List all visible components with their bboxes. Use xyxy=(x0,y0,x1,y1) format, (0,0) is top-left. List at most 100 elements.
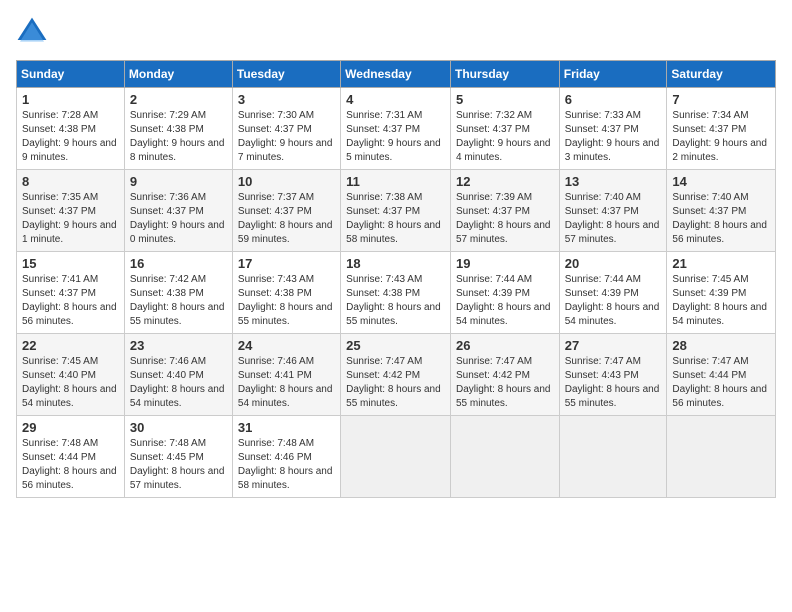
sunset-label: Sunset: 4:37 PM xyxy=(346,124,420,135)
calendar-cell: 31 Sunrise: 7:48 AM Sunset: 4:46 PM Dayl… xyxy=(232,416,340,498)
calendar-cell: 13 Sunrise: 7:40 AM Sunset: 4:37 PM Dayl… xyxy=(559,170,667,252)
sunrise-label: Sunrise: 7:47 AM xyxy=(346,356,422,367)
sunset-label: Sunset: 4:40 PM xyxy=(130,370,204,381)
daylight-label: Daylight: 8 hours and 56 minutes. xyxy=(672,384,767,409)
daylight-label: Daylight: 9 hours and 2 minutes. xyxy=(672,138,767,163)
day-number: 1 xyxy=(22,92,119,107)
day-number: 14 xyxy=(672,174,770,189)
daylight-label: Daylight: 8 hours and 55 minutes. xyxy=(456,384,551,409)
day-info: Sunrise: 7:43 AM Sunset: 4:38 PM Dayligh… xyxy=(238,273,335,329)
calendar-week-4: 22 Sunrise: 7:45 AM Sunset: 4:40 PM Dayl… xyxy=(17,334,776,416)
logo xyxy=(16,16,52,48)
day-info: Sunrise: 7:38 AM Sunset: 4:37 PM Dayligh… xyxy=(346,191,445,247)
day-info: Sunrise: 7:45 AM Sunset: 4:39 PM Dayligh… xyxy=(672,273,770,329)
day-info: Sunrise: 7:31 AM Sunset: 4:37 PM Dayligh… xyxy=(346,109,445,165)
day-info: Sunrise: 7:40 AM Sunset: 4:37 PM Dayligh… xyxy=(672,191,770,247)
day-number: 17 xyxy=(238,256,335,271)
day-info: Sunrise: 7:47 AM Sunset: 4:43 PM Dayligh… xyxy=(565,355,662,411)
day-info: Sunrise: 7:48 AM Sunset: 4:45 PM Dayligh… xyxy=(130,437,227,493)
calendar-cell: 4 Sunrise: 7:31 AM Sunset: 4:37 PM Dayli… xyxy=(341,88,451,170)
day-number: 24 xyxy=(238,338,335,353)
day-number: 9 xyxy=(130,174,227,189)
daylight-label: Daylight: 8 hours and 54 minutes. xyxy=(672,302,767,327)
day-info: Sunrise: 7:47 AM Sunset: 4:42 PM Dayligh… xyxy=(456,355,554,411)
day-info: Sunrise: 7:45 AM Sunset: 4:40 PM Dayligh… xyxy=(22,355,119,411)
day-number: 15 xyxy=(22,256,119,271)
day-number: 4 xyxy=(346,92,445,107)
calendar-body: 1 Sunrise: 7:28 AM Sunset: 4:38 PM Dayli… xyxy=(17,88,776,498)
day-number: 25 xyxy=(346,338,445,353)
sunrise-label: Sunrise: 7:38 AM xyxy=(346,192,422,203)
sunrise-label: Sunrise: 7:37 AM xyxy=(238,192,314,203)
calendar-cell: 9 Sunrise: 7:36 AM Sunset: 4:37 PM Dayli… xyxy=(124,170,232,252)
day-info: Sunrise: 7:47 AM Sunset: 4:42 PM Dayligh… xyxy=(346,355,445,411)
sunrise-label: Sunrise: 7:35 AM xyxy=(22,192,98,203)
day-info: Sunrise: 7:39 AM Sunset: 4:37 PM Dayligh… xyxy=(456,191,554,247)
sunrise-label: Sunrise: 7:29 AM xyxy=(130,110,206,121)
day-number: 13 xyxy=(565,174,662,189)
day-number: 31 xyxy=(238,420,335,435)
calendar-cell xyxy=(450,416,559,498)
sunrise-label: Sunrise: 7:28 AM xyxy=(22,110,98,121)
day-number: 29 xyxy=(22,420,119,435)
calendar-cell: 14 Sunrise: 7:40 AM Sunset: 4:37 PM Dayl… xyxy=(667,170,776,252)
daylight-label: Daylight: 8 hours and 57 minutes. xyxy=(565,220,660,245)
calendar-week-5: 29 Sunrise: 7:48 AM Sunset: 4:44 PM Dayl… xyxy=(17,416,776,498)
sunset-label: Sunset: 4:37 PM xyxy=(456,206,530,217)
daylight-label: Daylight: 8 hours and 54 minutes. xyxy=(22,384,117,409)
day-info: Sunrise: 7:43 AM Sunset: 4:38 PM Dayligh… xyxy=(346,273,445,329)
calendar-cell: 26 Sunrise: 7:47 AM Sunset: 4:42 PM Dayl… xyxy=(450,334,559,416)
calendar-table: SundayMondayTuesdayWednesdayThursdayFrid… xyxy=(16,60,776,498)
calendar-cell: 23 Sunrise: 7:46 AM Sunset: 4:40 PM Dayl… xyxy=(124,334,232,416)
sunrise-label: Sunrise: 7:45 AM xyxy=(672,274,748,285)
day-number: 12 xyxy=(456,174,554,189)
day-info: Sunrise: 7:32 AM Sunset: 4:37 PM Dayligh… xyxy=(456,109,554,165)
day-number: 27 xyxy=(565,338,662,353)
calendar-cell: 16 Sunrise: 7:42 AM Sunset: 4:38 PM Dayl… xyxy=(124,252,232,334)
daylight-label: Daylight: 8 hours and 56 minutes. xyxy=(22,466,117,491)
sunset-label: Sunset: 4:41 PM xyxy=(238,370,312,381)
calendar-week-1: 1 Sunrise: 7:28 AM Sunset: 4:38 PM Dayli… xyxy=(17,88,776,170)
day-info: Sunrise: 7:29 AM Sunset: 4:38 PM Dayligh… xyxy=(130,109,227,165)
calendar-cell: 11 Sunrise: 7:38 AM Sunset: 4:37 PM Dayl… xyxy=(341,170,451,252)
calendar-cell: 5 Sunrise: 7:32 AM Sunset: 4:37 PM Dayli… xyxy=(450,88,559,170)
calendar-cell: 30 Sunrise: 7:48 AM Sunset: 4:45 PM Dayl… xyxy=(124,416,232,498)
day-number: 28 xyxy=(672,338,770,353)
calendar-cell: 20 Sunrise: 7:44 AM Sunset: 4:39 PM Dayl… xyxy=(559,252,667,334)
sunrise-label: Sunrise: 7:42 AM xyxy=(130,274,206,285)
sunrise-label: Sunrise: 7:39 AM xyxy=(456,192,532,203)
sunset-label: Sunset: 4:39 PM xyxy=(456,288,530,299)
day-info: Sunrise: 7:47 AM Sunset: 4:44 PM Dayligh… xyxy=(672,355,770,411)
sunrise-label: Sunrise: 7:32 AM xyxy=(456,110,532,121)
calendar-cell: 27 Sunrise: 7:47 AM Sunset: 4:43 PM Dayl… xyxy=(559,334,667,416)
daylight-label: Daylight: 8 hours and 54 minutes. xyxy=(565,302,660,327)
sunset-label: Sunset: 4:38 PM xyxy=(238,288,312,299)
day-info: Sunrise: 7:30 AM Sunset: 4:37 PM Dayligh… xyxy=(238,109,335,165)
day-info: Sunrise: 7:46 AM Sunset: 4:40 PM Dayligh… xyxy=(130,355,227,411)
sunrise-label: Sunrise: 7:45 AM xyxy=(22,356,98,367)
sunset-label: Sunset: 4:37 PM xyxy=(130,206,204,217)
calendar-cell: 21 Sunrise: 7:45 AM Sunset: 4:39 PM Dayl… xyxy=(667,252,776,334)
daylight-label: Daylight: 8 hours and 57 minutes. xyxy=(130,466,225,491)
day-info: Sunrise: 7:42 AM Sunset: 4:38 PM Dayligh… xyxy=(130,273,227,329)
calendar-cell: 19 Sunrise: 7:44 AM Sunset: 4:39 PM Dayl… xyxy=(450,252,559,334)
sunset-label: Sunset: 4:37 PM xyxy=(565,124,639,135)
day-info: Sunrise: 7:34 AM Sunset: 4:37 PM Dayligh… xyxy=(672,109,770,165)
weekday-header-monday: Monday xyxy=(124,61,232,88)
sunset-label: Sunset: 4:37 PM xyxy=(238,124,312,135)
calendar-cell: 3 Sunrise: 7:30 AM Sunset: 4:37 PM Dayli… xyxy=(232,88,340,170)
day-number: 18 xyxy=(346,256,445,271)
sunrise-label: Sunrise: 7:44 AM xyxy=(456,274,532,285)
sunset-label: Sunset: 4:42 PM xyxy=(456,370,530,381)
sunrise-label: Sunrise: 7:47 AM xyxy=(456,356,532,367)
sunrise-label: Sunrise: 7:43 AM xyxy=(346,274,422,285)
sunset-label: Sunset: 4:38 PM xyxy=(22,124,96,135)
daylight-label: Daylight: 8 hours and 55 minutes. xyxy=(130,302,225,327)
weekday-header-thursday: Thursday xyxy=(450,61,559,88)
sunset-label: Sunset: 4:39 PM xyxy=(565,288,639,299)
sunrise-label: Sunrise: 7:40 AM xyxy=(565,192,641,203)
sunrise-label: Sunrise: 7:36 AM xyxy=(130,192,206,203)
day-number: 11 xyxy=(346,174,445,189)
day-info: Sunrise: 7:44 AM Sunset: 4:39 PM Dayligh… xyxy=(456,273,554,329)
daylight-label: Daylight: 8 hours and 58 minutes. xyxy=(346,220,441,245)
